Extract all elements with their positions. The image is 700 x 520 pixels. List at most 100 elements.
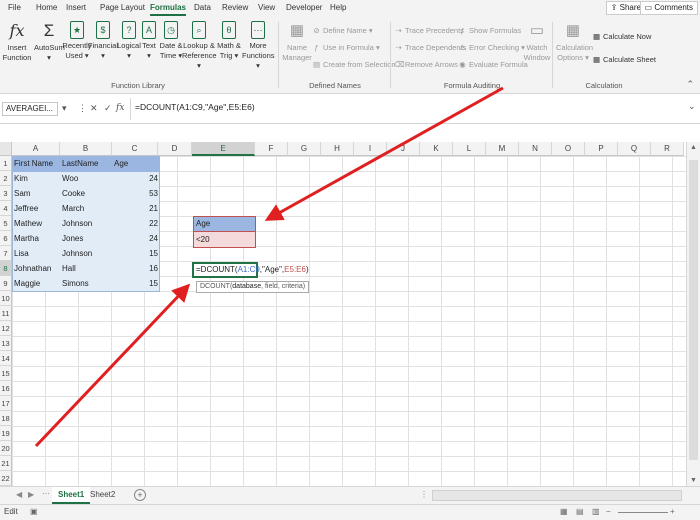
table-cell[interactable]: Martha bbox=[12, 231, 60, 246]
table-cell[interactable]: Cooke bbox=[60, 186, 112, 201]
formula-input[interactable]: =DCOUNT(A1:C9,"Age",E5:E6) bbox=[130, 98, 685, 120]
collapse-ribbon-icon[interactable]: ⌃ bbox=[686, 79, 694, 90]
menu-data[interactable]: Data bbox=[194, 3, 211, 12]
autosum-button[interactable]: Σ AutoSum ▾ bbox=[34, 21, 65, 63]
tab-next-icon[interactable]: ▶ bbox=[28, 490, 34, 499]
enter-icon[interactable]: ✓ bbox=[104, 103, 112, 114]
column-header-d[interactable]: D bbox=[158, 142, 192, 156]
tab-prev-icon[interactable]: ◀ bbox=[16, 490, 22, 499]
table-cell[interactable]: 22 bbox=[112, 216, 160, 231]
table-cell[interactable]: Johnathan bbox=[12, 261, 60, 276]
scroll-down-icon[interactable]: ▼ bbox=[690, 477, 697, 484]
insert-function-button[interactable]: fx Insert Function bbox=[2, 21, 32, 63]
row-header-8[interactable]: 8 bbox=[0, 261, 12, 276]
column-header-f[interactable]: F bbox=[255, 142, 288, 156]
scroll-up-icon[interactable]: ▲ bbox=[690, 144, 697, 151]
tooltip-active-arg[interactable]: database bbox=[232, 283, 261, 290]
table-cell[interactable]: 16 bbox=[112, 261, 160, 276]
zoom-in-icon[interactable]: + bbox=[670, 505, 675, 519]
column-header-k[interactable]: K bbox=[420, 142, 453, 156]
table-cell[interactable]: Lisa bbox=[12, 246, 60, 261]
zoom-slider[interactable] bbox=[618, 512, 668, 513]
row-header-19[interactable]: 19 bbox=[0, 426, 12, 441]
table-cell[interactable]: Mathew bbox=[12, 216, 60, 231]
row-header-3[interactable]: 3 bbox=[0, 186, 12, 201]
more-functions-button[interactable]: ⋯ More Functions ▾ bbox=[242, 21, 275, 71]
name-box[interactable]: AVERAGEI... bbox=[2, 102, 58, 116]
normal-view-icon[interactable]: ▦ bbox=[560, 505, 568, 519]
column-header-j[interactable]: J bbox=[387, 142, 420, 156]
zoom-out-icon[interactable]: − bbox=[606, 505, 611, 519]
comments-button[interactable]: ▭ Comments bbox=[639, 1, 698, 15]
row-header-21[interactable]: 21 bbox=[0, 456, 12, 471]
name-manager-button[interactable]: ▦ Name Manager bbox=[282, 21, 312, 63]
table-cell[interactable]: Simons bbox=[60, 276, 112, 291]
menu-insert[interactable]: Insert bbox=[66, 3, 86, 12]
calculate-sheet-button[interactable]: ▦ Calculate Sheet bbox=[592, 55, 656, 64]
table-cell[interactable]: 24 bbox=[112, 171, 160, 186]
table-header-cell[interactable]: Age bbox=[112, 156, 160, 171]
table-cell[interactable]: Woo bbox=[60, 171, 112, 186]
menu-page-layout[interactable]: Page Layout bbox=[100, 3, 145, 12]
column-header-l[interactable]: L bbox=[453, 142, 486, 156]
table-cell[interactable]: Johnson bbox=[60, 246, 112, 261]
calculation-options-button[interactable]: ▦ Calculation Options ▾ bbox=[556, 21, 593, 63]
table-header-cell[interactable]: First Name bbox=[12, 156, 60, 171]
table-header-cell[interactable]: LastName bbox=[60, 156, 112, 171]
row-header-5[interactable]: 5 bbox=[0, 216, 12, 231]
cancel-icon[interactable]: ✕ bbox=[90, 103, 98, 114]
row-header-22[interactable]: 22 bbox=[0, 471, 12, 486]
table-cell[interactable]: Jones bbox=[60, 231, 112, 246]
row-header-4[interactable]: 4 bbox=[0, 201, 12, 216]
column-header-n[interactable]: N bbox=[519, 142, 552, 156]
row-header-16[interactable]: 16 bbox=[0, 381, 12, 396]
table-cell[interactable]: Jeffree bbox=[12, 201, 60, 216]
define-name-button[interactable]: ⊘ Define Name ▾ bbox=[312, 26, 372, 35]
table-cell[interactable]: Kim bbox=[12, 171, 60, 186]
row-header-1[interactable]: 1 bbox=[0, 156, 12, 171]
column-header-q[interactable]: Q bbox=[618, 142, 651, 156]
trace-precedents-button[interactable]: ⇢ Trace Precedents bbox=[394, 26, 464, 35]
lookup-reference-button[interactable]: ⌕ Lookup & Reference ▾ bbox=[182, 21, 217, 71]
row-header-18[interactable]: 18 bbox=[0, 411, 12, 426]
column-header-o[interactable]: O bbox=[552, 142, 585, 156]
name-box-dropdown-icon[interactable]: ▾ bbox=[62, 103, 67, 114]
remove-arrows-button[interactable]: ⌫Remove Arrows ▾ bbox=[394, 60, 464, 69]
watch-window-button[interactable]: ▭ Watch Window bbox=[522, 21, 552, 63]
show-formulas-button[interactable]: ƒ Show Formulas bbox=[458, 26, 521, 35]
menu-review[interactable]: Review bbox=[222, 3, 248, 12]
tab-sheet2[interactable]: Sheet2 bbox=[84, 487, 121, 504]
menu-formulas[interactable]: Formulas bbox=[150, 3, 187, 16]
menu-developer[interactable]: Developer bbox=[286, 3, 322, 12]
column-header-e[interactable]: E bbox=[192, 142, 255, 156]
table-cell[interactable]: 53 bbox=[112, 186, 160, 201]
math-trig-button[interactable]: θ Math & Trig ▾ bbox=[214, 21, 244, 61]
column-header-m[interactable]: M bbox=[486, 142, 519, 156]
row-header-17[interactable]: 17 bbox=[0, 396, 12, 411]
vertical-scrollbar[interactable]: ▲ ▼ bbox=[686, 142, 700, 486]
column-header-r[interactable]: R bbox=[651, 142, 684, 156]
table-cell[interactable]: 21 bbox=[112, 201, 160, 216]
menu-file[interactable]: File bbox=[8, 3, 21, 12]
row-header-12[interactable]: 12 bbox=[0, 321, 12, 336]
expand-formula-icon[interactable]: ⌄ bbox=[688, 101, 696, 112]
table-cell[interactable]: Sam bbox=[12, 186, 60, 201]
row-header-20[interactable]: 20 bbox=[0, 441, 12, 456]
row-header-10[interactable]: 10 bbox=[0, 291, 12, 306]
table-cell[interactable]: 15 bbox=[112, 276, 160, 291]
horizontal-scrollbar[interactable] bbox=[432, 490, 682, 501]
fx-icon[interactable]: fx bbox=[116, 103, 124, 113]
column-header-p[interactable]: P bbox=[585, 142, 618, 156]
select-all-corner[interactable] bbox=[0, 142, 12, 156]
row-header-15[interactable]: 15 bbox=[0, 366, 12, 381]
column-header-i[interactable]: I bbox=[354, 142, 387, 156]
evaluate-formula-button[interactable]: ◉ Evaluate Formula bbox=[458, 60, 528, 69]
page-break-view-icon[interactable]: ▥ bbox=[592, 505, 600, 519]
table-cell[interactable]: 15 bbox=[112, 246, 160, 261]
row-header-7[interactable]: 7 bbox=[0, 246, 12, 261]
page-layout-view-icon[interactable]: ▤ bbox=[576, 505, 584, 519]
table-cell[interactable]: March bbox=[60, 201, 112, 216]
row-header-2[interactable]: 2 bbox=[0, 171, 12, 186]
column-header-c[interactable]: C bbox=[112, 142, 158, 156]
macro-record-icon[interactable]: ▣ bbox=[30, 505, 38, 519]
